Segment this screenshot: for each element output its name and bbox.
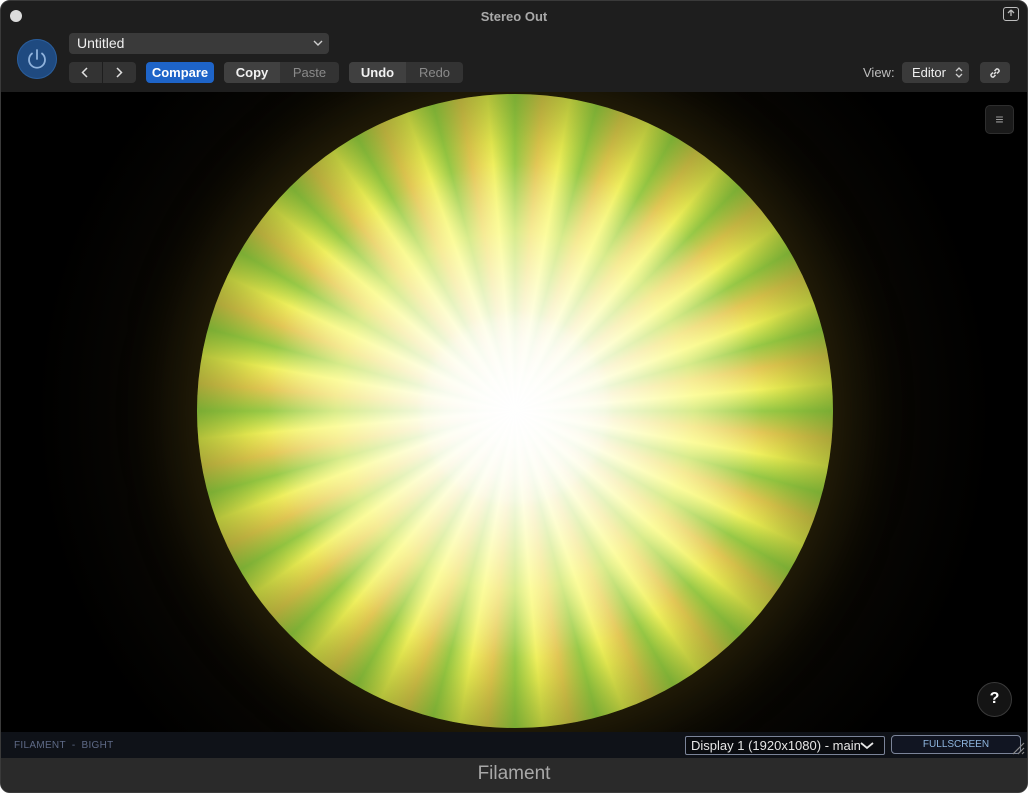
window-title: Stereo Out xyxy=(480,9,548,24)
display-select[interactable]: Display 1 (1920x1080) - main xyxy=(685,736,885,755)
brand-label: FILAMENT - BIGHT xyxy=(14,740,114,751)
menu-icon[interactable]: ≡ xyxy=(985,105,1014,134)
visualizer-orb xyxy=(197,94,833,728)
brand-separator: - xyxy=(71,740,76,751)
paste-button[interactable]: Paste xyxy=(280,62,339,83)
undo-button[interactable]: Undo xyxy=(349,62,406,83)
updown-chevron-icon xyxy=(955,67,963,78)
help-icon[interactable]: ? xyxy=(977,682,1012,717)
preset-select[interactable]: Untitled xyxy=(69,33,329,54)
link-icon xyxy=(990,68,1000,78)
chevron-down-icon xyxy=(313,40,323,46)
visualizer-canvas[interactable]: ≡ ? xyxy=(1,92,1027,732)
detach-icon[interactable] xyxy=(1003,7,1019,21)
chevron-left-icon xyxy=(81,67,88,78)
preset-value: Untitled xyxy=(77,35,125,51)
orb-core-glow xyxy=(415,309,615,509)
brand-name: FILAMENT xyxy=(14,740,66,751)
next-preset-button[interactable] xyxy=(103,62,136,83)
view-value: Editor xyxy=(912,65,946,80)
plugin-status-bar: FILAMENT - BIGHT Display 1 (1920x1080) - m… xyxy=(1,732,1027,758)
copy-paste-group: Copy Paste xyxy=(224,62,339,83)
view-label: View: xyxy=(863,65,895,80)
link-button[interactable] xyxy=(980,62,1010,83)
power-button[interactable] xyxy=(17,39,57,79)
previous-preset-button[interactable] xyxy=(69,62,102,83)
redo-button[interactable]: Redo xyxy=(406,62,463,83)
plugin-footer: Filament xyxy=(1,758,1027,792)
display-value: Display 1 (1920x1080) - main xyxy=(691,738,861,753)
plugin-window: Stereo Out Untitled Compare Copy Paste U… xyxy=(0,0,1028,793)
resize-grip-icon[interactable] xyxy=(1009,739,1025,755)
company-name: BIGHT xyxy=(81,740,114,751)
power-icon xyxy=(28,49,46,69)
view-select[interactable]: Editor xyxy=(902,62,969,83)
compare-button[interactable]: Compare xyxy=(146,62,214,83)
title-bar: Stereo Out xyxy=(1,1,1027,31)
copy-button[interactable]: Copy xyxy=(224,62,280,83)
chevron-down-icon xyxy=(860,742,874,750)
plugin-name: Filament xyxy=(477,763,551,784)
fullscreen-button[interactable]: FULLSCREEN xyxy=(891,735,1021,754)
preset-nav-group xyxy=(69,62,136,83)
chevron-right-icon xyxy=(116,67,123,78)
undo-redo-group: Undo Redo xyxy=(349,62,463,83)
